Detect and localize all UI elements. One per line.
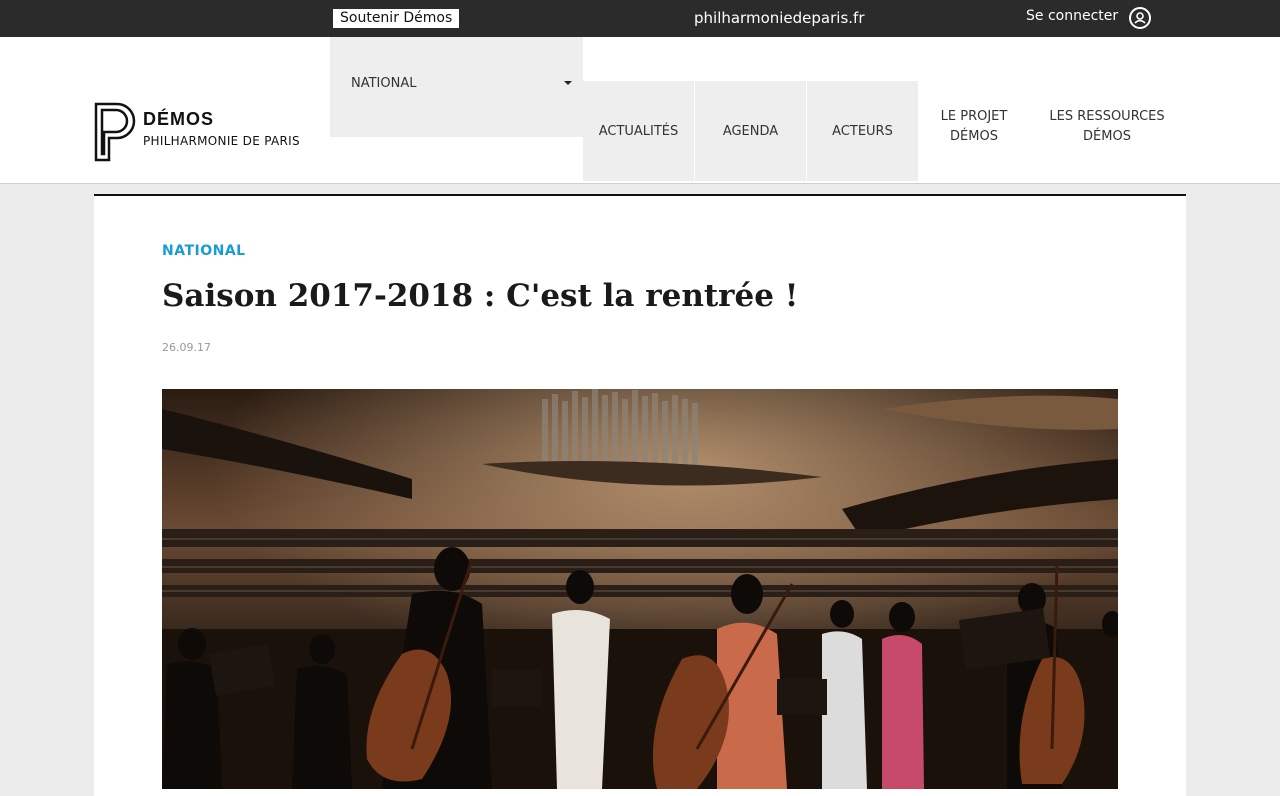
user-icon[interactable] (1129, 7, 1151, 29)
nav-agenda[interactable]: AGENDA (695, 81, 806, 181)
logo-subtitle: PHILHARMONIE DE PARIS (143, 134, 300, 148)
login-label: Se connecter (1026, 8, 1119, 24)
demos-logo[interactable]: DÉMOS PHILHARMONIE DE PARIS (93, 101, 303, 163)
nav-acteurs[interactable]: ACTEURS (807, 81, 918, 181)
chevron-down-icon (564, 81, 572, 85)
nav-le-projet-demos[interactable]: LE PROJET DÉMOS (930, 107, 1018, 147)
logo-brand: DÉMOS (143, 109, 215, 129)
article-category[interactable]: NATIONAL (162, 243, 246, 259)
article-photo (162, 389, 1118, 789)
support-button[interactable]: Soutenir Démos (333, 9, 460, 28)
nav-actualites[interactable]: ACTUALITÉS (583, 81, 694, 181)
philharmonie-site-link[interactable]: philharmoniedeparis.fr (694, 9, 865, 27)
article-title: Saison 2017-2018 : C'est la rentrée ! (162, 278, 799, 314)
nav-les-ressources-demos[interactable]: LES RESSOURCES DÉMOS (1046, 107, 1168, 147)
login-button[interactable]: Se connecter (1026, 7, 1151, 29)
top-bar: Soutenir Démos philharmoniedeparis.fr Se… (0, 0, 1280, 37)
nav-ressources-line2: DÉMOS (1083, 129, 1131, 144)
nav-ressources-line1: LES RESSOURCES (1049, 109, 1165, 124)
demos-logo-icon (94, 102, 136, 162)
national-dropdown-label: NATIONAL (351, 76, 417, 91)
article-card: NATIONAL Saison 2017-2018 : C'est la ren… (94, 194, 1186, 796)
site-header: DÉMOS PHILHARMONIE DE PARIS NATIONAL ACT… (0, 37, 1280, 184)
concert-hall-orchestra-image (162, 389, 1118, 789)
article-date: 26.09.17 (162, 341, 211, 354)
national-dropdown[interactable]: NATIONAL (330, 37, 583, 137)
nav-le-projet-line2: DÉMOS (950, 129, 998, 144)
nav-le-projet-line1: LE PROJET (940, 109, 1008, 124)
